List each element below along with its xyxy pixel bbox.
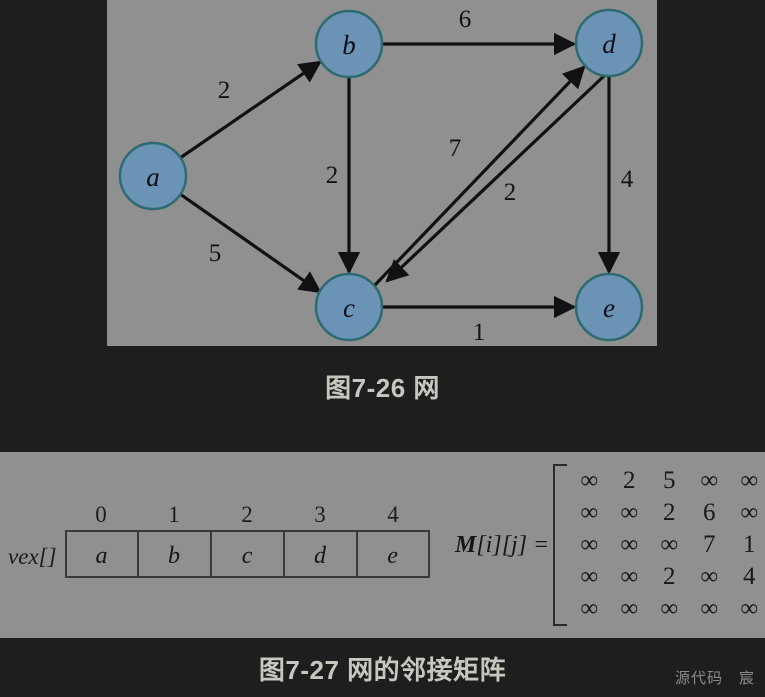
edge-weight-b-d: 6 (459, 6, 472, 33)
matrix-cell: ∞ (580, 499, 599, 526)
matrix-cell: ∞ (580, 467, 599, 494)
matrix-cell: ∞ (740, 467, 759, 494)
matrix-cell: ∞ (660, 531, 679, 558)
edge-weight-a-c: 5 (209, 240, 222, 267)
vex-column-4: 4 e (356, 500, 430, 578)
vex-cell-0[interactable]: a (64, 530, 138, 578)
figure-caption-graph: 图7-26 网 (325, 373, 440, 403)
graph-edges (179, 32, 621, 319)
vex-index-3: 3 (314, 502, 326, 527)
matrix-name-prefix: M (455, 531, 477, 558)
matrix-cell: 2 (662, 499, 676, 526)
graph-node-c-label: c (343, 293, 355, 323)
matrix-cell: ∞ (740, 499, 759, 526)
edge-a-c (179, 192, 322, 294)
matrix-row: ∞ 2 5 ∞ ∞ (569, 466, 765, 496)
matrix-cell: 5 (662, 467, 676, 494)
graph-node-c[interactable]: c (314, 272, 384, 342)
matrix-cell: ∞ (580, 563, 599, 590)
matrix-grid: ∞ 2 5 ∞ ∞ ∞ ∞ 2 6 ∞ ∞ ∞ ∞ 7 1 ∞ ∞ 2 ∞ 4 … (567, 462, 765, 628)
matrix-row: ∞ ∞ 2 ∞ 4 (569, 562, 765, 592)
graph-diagram: 2 5 6 2 7 2 4 1 a b c d e (118, 6, 644, 346)
matrix-cell: ∞ (580, 531, 599, 558)
matrix-name-label: M[i][j] = (455, 532, 549, 559)
matrix-row: ∞ ∞ ∞ 7 1 (569, 530, 765, 560)
figure-caption-matrix: 图7-27 网的邻接矩阵 (258, 655, 507, 685)
edge-d-c (385, 74, 606, 283)
edge-weight-d-e: 4 (621, 166, 634, 193)
matrix-cell: ∞ (660, 595, 679, 622)
graph-node-e[interactable]: e (574, 272, 644, 342)
vex-cell-3[interactable]: d (283, 530, 357, 578)
edge-weight-c-e: 1 (473, 319, 486, 346)
matrix-cell: 7 (702, 531, 716, 558)
vex-column-0: 0 a (64, 500, 138, 578)
watermark-label: 源代码 宸 (674, 670, 755, 687)
graph-node-d[interactable]: d (574, 8, 644, 78)
edge-weight-c-d: 7 (449, 135, 462, 162)
graph-nodes: a b c d e (118, 8, 644, 342)
matrix-cell: ∞ (620, 563, 639, 590)
matrix-cell: ∞ (700, 467, 719, 494)
matrix-name-suffix: [i][j] = (476, 531, 550, 558)
graph-figure-panel: 2 5 6 2 7 2 4 1 a b c d e (107, 0, 657, 346)
matrix-cell: ∞ (740, 595, 759, 622)
matrix-row: ∞ ∞ 2 6 ∞ (569, 498, 765, 528)
vex-index-1: 1 (168, 502, 180, 527)
edge-weight-a-b: 2 (218, 77, 231, 104)
graph-node-b[interactable]: b (314, 9, 384, 79)
vex-cell-1[interactable]: b (137, 530, 211, 578)
matrix-cell: ∞ (620, 595, 639, 622)
matrix-cell: 2 (662, 563, 676, 590)
matrix-bracket-left (553, 464, 568, 626)
graph-node-a[interactable]: a (118, 141, 188, 211)
matrix-cell: ∞ (620, 531, 639, 558)
matrix-cell: 6 (702, 499, 716, 526)
vex-index-4: 4 (387, 502, 399, 527)
matrix-figure-panel: vex[] 0 a 1 b 2 c 3 d 4 e M[i][j] = ∞ 2 … (0, 452, 765, 638)
vex-column-1: 1 b (137, 500, 211, 578)
edge-weight-d-c: 2 (504, 179, 517, 206)
vex-index-2: 2 (241, 502, 253, 527)
graph-node-b-label: b (342, 30, 356, 60)
edge-a-b (179, 60, 322, 160)
graph-node-e-label: e (603, 293, 615, 323)
edge-c-d (372, 65, 586, 288)
graph-node-a-label: a (146, 162, 160, 192)
vex-index-0: 0 (95, 502, 107, 527)
matrix-cell: 4 (742, 563, 756, 590)
matrix-cell: ∞ (700, 595, 719, 622)
adjacency-matrix-block: M[i][j] = ∞ 2 5 ∞ ∞ ∞ ∞ 2 6 ∞ ∞ ∞ ∞ 7 1 … (455, 462, 765, 628)
matrix-cell: 2 (622, 467, 636, 494)
matrix-cell: ∞ (700, 563, 719, 590)
edge-weight-labels: 2 5 6 2 7 2 4 1 (209, 6, 634, 346)
vex-array-table: 0 a 1 b 2 c 3 d 4 e (64, 500, 430, 578)
vex-array-label: vex[] (8, 544, 57, 569)
vex-cell-4[interactable]: e (356, 530, 430, 578)
vex-column-2: 2 c (210, 500, 284, 578)
vex-cell-2[interactable]: c (210, 530, 284, 578)
matrix-cell: ∞ (620, 499, 639, 526)
matrix-cell: 1 (742, 531, 756, 558)
vex-column-3: 3 d (283, 500, 357, 578)
vex-array-block: vex[] 0 a 1 b 2 c 3 d 4 e (8, 500, 430, 578)
matrix-cell: ∞ (580, 595, 599, 622)
edge-weight-b-c: 2 (326, 162, 339, 189)
matrix-row: ∞ ∞ ∞ ∞ ∞ (569, 594, 765, 624)
graph-node-d-label: d (602, 29, 616, 59)
